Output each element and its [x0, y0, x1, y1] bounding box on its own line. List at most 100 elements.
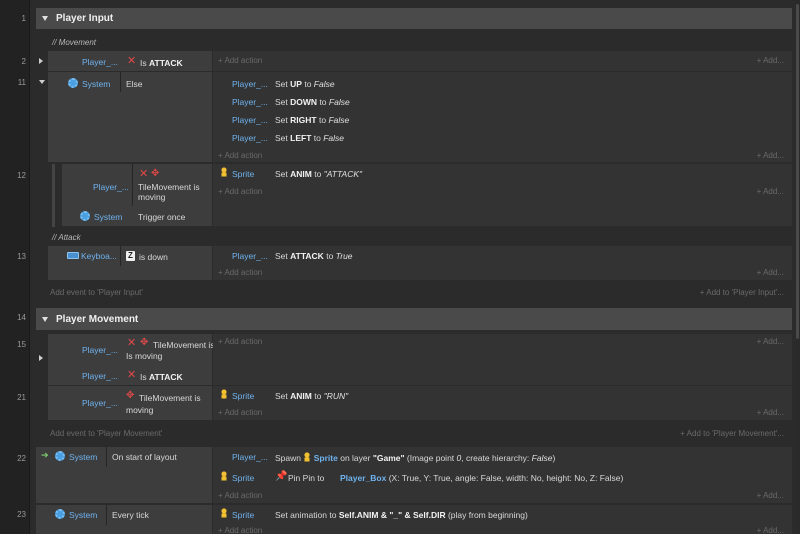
add-more-link[interactable]: + Add... [700, 56, 784, 65]
add-to-player-movement[interactable]: + Add to 'Player Movement'... [600, 429, 784, 438]
action-set-up[interactable]: Set UP to False [275, 79, 335, 89]
line-number: 13 [17, 252, 26, 261]
add-event-to-player-movement[interactable]: Add event to 'Player Movement' [50, 429, 162, 438]
group-title: Player Input [56, 13, 114, 24]
sprite-icon [221, 389, 227, 399]
line-number: 2 [21, 57, 26, 66]
invert-x-icon: ✕ [127, 369, 137, 381]
condition-else[interactable]: Else [126, 79, 143, 89]
add-more-link[interactable]: + Add... [700, 268, 784, 277]
action-set-right[interactable]: Set RIGHT to False [275, 115, 349, 125]
scrollbar-thumb[interactable] [796, 4, 799, 339]
condition-tile-movement-moving[interactable]: TileMovement is [139, 393, 201, 403]
action-object-sprite[interactable]: Sprite [232, 473, 254, 483]
add-more-link[interactable]: + Add... [700, 151, 784, 160]
add-action-link[interactable]: + Add action [218, 337, 262, 346]
add-more-link[interactable]: + Add... [700, 526, 784, 534]
add-more-link[interactable]: + Add... [700, 337, 784, 346]
system-gear-icon [80, 211, 90, 221]
collapse-arrow-icon[interactable] [39, 80, 45, 84]
condition-object-player[interactable]: Player_... [82, 371, 118, 381]
add-action-link[interactable]: + Add action [218, 151, 262, 160]
condition-object-keyboard[interactable]: Keyboa... [81, 251, 117, 261]
expand-arrow-icon[interactable] [39, 58, 43, 64]
condition-on-start-of-layout[interactable]: On start of layout [112, 452, 177, 462]
condition-object-system[interactable]: System [69, 452, 97, 462]
tile-movement-icon: ✥ [151, 168, 160, 179]
action-set-anim-run[interactable]: Set ANIM to "RUN" [275, 391, 348, 401]
condition-object-system[interactable]: System [82, 79, 110, 89]
line-number: 14 [17, 313, 26, 322]
group-header-player-movement[interactable]: Player Movement [36, 308, 792, 330]
condition-is-attack[interactable]: Is ATTACK [140, 58, 183, 68]
invert-x-icon: ✕ [139, 168, 149, 180]
action-object-player[interactable]: Player_... [232, 251, 268, 261]
line-number: 22 [17, 454, 26, 463]
line-number: 21 [17, 393, 26, 402]
add-more-link[interactable]: + Add... [700, 408, 784, 417]
action-object-player[interactable]: Player_... [232, 97, 268, 107]
invert-x-icon: ✕ [127, 337, 137, 349]
condition-object-system[interactable]: System [69, 510, 97, 520]
expand-arrow-icon[interactable] [39, 355, 43, 361]
action-set-left[interactable]: Set LEFT to False [275, 133, 344, 143]
action-set-animation[interactable]: Set animation to Self.ANIM & "_" & Self.… [275, 510, 528, 520]
add-action-link[interactable]: + Add action [218, 408, 262, 417]
condition-object-player[interactable]: Player_... [82, 345, 118, 355]
add-action-link[interactable]: + Add action [218, 526, 262, 534]
action-object-player[interactable]: Player_... [232, 452, 268, 462]
condition-object-player[interactable]: Player_... [82, 57, 118, 67]
invert-x-icon: ✕ [127, 55, 137, 67]
action-pin-to[interactable]: Pin Pin to [288, 473, 324, 483]
group-title: Player Movement [56, 313, 139, 325]
action-object-player[interactable]: Player_... [232, 79, 268, 89]
line-number: 12 [17, 171, 26, 180]
action-object-sprite[interactable]: Sprite [232, 391, 254, 401]
add-more-link[interactable]: + Add... [700, 491, 784, 500]
action-object-sprite[interactable]: Sprite [232, 169, 254, 179]
action-spawn-sprite[interactable]: Spawn Sprite on layer "Game" (Image poin… [275, 452, 555, 463]
add-action-link[interactable]: + Add action [218, 187, 262, 196]
trigger-arrow-icon: ➔ [41, 450, 49, 460]
condition-object-system[interactable]: System [94, 212, 122, 222]
add-action-link[interactable]: + Add action [218, 56, 262, 65]
condition-tile-movement-label[interactable]: TileMovement is [153, 340, 215, 350]
line-number: 15 [17, 340, 26, 349]
add-action-link[interactable]: + Add action [218, 268, 262, 277]
condition-moving[interactable]: moving [126, 405, 153, 415]
condition-trigger-once[interactable]: Trigger once [138, 212, 185, 222]
action-object-player[interactable]: Player_... [232, 115, 268, 125]
tile-movement-icon: ✥ [140, 337, 149, 348]
action-set-down[interactable]: Set DOWN to False [275, 97, 350, 107]
add-more-link[interactable]: + Add... [700, 187, 784, 196]
add-event-to-player-input[interactable]: Add event to 'Player Input' [50, 288, 143, 297]
action-object-player[interactable]: Player_... [232, 133, 268, 143]
line-number: 11 [17, 78, 26, 87]
action-pin-target[interactable]: Player_Box (X: True, Y: True, angle: Fal… [340, 473, 623, 483]
line-number-gutter: 1 2 11 12 13 14 15 21 22 23 [0, 0, 30, 534]
add-action-link[interactable]: + Add action [218, 491, 262, 500]
key-z-icon: Z [126, 251, 135, 261]
comment-movement[interactable]: // Movement [52, 38, 96, 47]
sprite-icon [221, 167, 227, 177]
collapse-icon[interactable] [42, 316, 48, 322]
line-number: 23 [17, 510, 26, 519]
condition-object-player[interactable]: Player_... [93, 182, 129, 192]
condition-is-moving[interactable]: Is moving [126, 351, 162, 361]
action-object-sprite[interactable]: Sprite [232, 510, 254, 520]
add-to-player-input[interactable]: + Add to 'Player Input'... [620, 288, 784, 297]
collapse-icon[interactable] [42, 16, 48, 21]
group-header-player-input[interactable]: Player Input [36, 8, 792, 29]
condition-every-tick[interactable]: Every tick [112, 510, 149, 520]
sprite-icon [221, 508, 227, 518]
comment-attack[interactable]: // Attack [52, 233, 81, 242]
action-set-attack-true[interactable]: Set ATTACK to True [275, 251, 353, 261]
condition-is-down[interactable]: is down [139, 252, 168, 262]
tile-movement-icon: ✥ [126, 390, 135, 401]
action-set-anim-attack[interactable]: Set ANIM to "ATTACK" [275, 169, 362, 179]
condition-object-player[interactable]: Player_... [82, 398, 118, 408]
condition-is-attack[interactable]: Is ATTACK [140, 372, 183, 382]
system-gear-icon [68, 78, 78, 88]
condition-tile-movement-moving[interactable]: TileMovement is moving [138, 182, 200, 202]
line-number: 1 [21, 14, 26, 23]
